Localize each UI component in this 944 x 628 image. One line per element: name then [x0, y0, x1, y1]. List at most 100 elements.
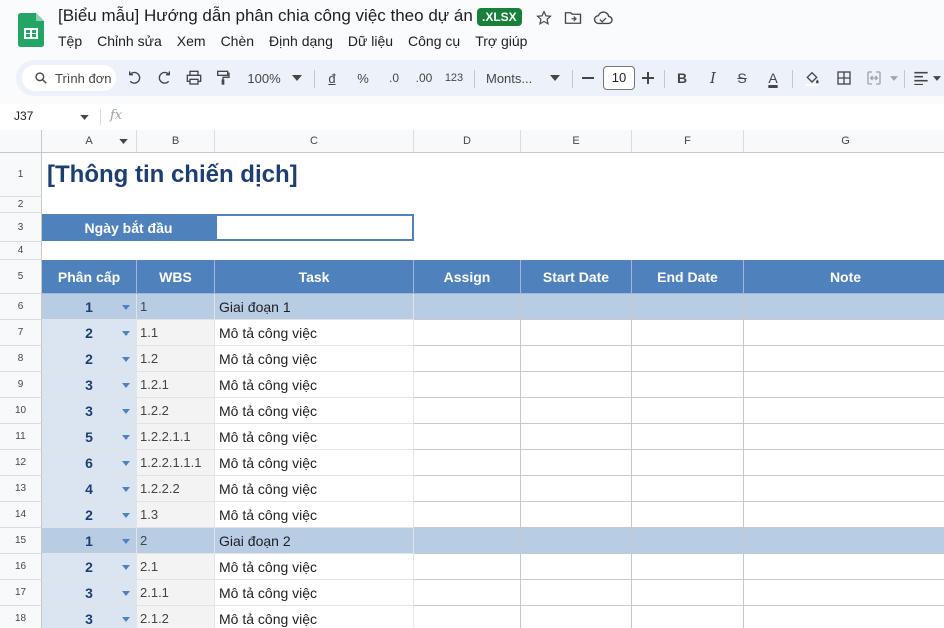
start-date-cell[interactable]	[521, 528, 632, 554]
chevron-down-icon[interactable]	[122, 486, 130, 492]
row-header[interactable]: 8	[0, 346, 42, 372]
task-cell[interactable]: Giai đoạn 2	[215, 528, 414, 554]
start-date-cell[interactable]	[521, 424, 632, 450]
note-cell[interactable]	[744, 476, 944, 502]
wbs-cell[interactable]: 1.2.2.2	[137, 476, 215, 502]
end-date-cell[interactable]	[632, 346, 744, 372]
row-header[interactable]: 3	[0, 213, 42, 242]
star-icon[interactable]	[534, 8, 554, 28]
row-header[interactable]: 16	[0, 554, 42, 580]
start-date-label[interactable]: Ngày bắt đầu	[42, 214, 215, 241]
table-header-cell[interactable]: End Date	[632, 260, 744, 294]
level-dropdown-cell[interactable]: 2	[42, 554, 137, 580]
document-title[interactable]: [Biểu mẫu] Hướng dẫn phân chia công việc…	[58, 6, 473, 26]
fill-color-icon[interactable]	[801, 60, 823, 96]
column-header-a[interactable]: A	[42, 130, 137, 153]
menu-help[interactable]: Trợ giúp	[475, 33, 527, 49]
level-dropdown-cell[interactable]: 3	[42, 606, 137, 628]
start-date-cell[interactable]	[521, 502, 632, 528]
merge-cells-icon[interactable]	[862, 60, 886, 96]
level-dropdown-cell[interactable]: 1	[42, 528, 137, 554]
filter-dropdown-icon[interactable]	[119, 139, 128, 144]
menu-format[interactable]: Định dạng	[269, 33, 333, 49]
wbs-cell[interactable]: 2	[137, 528, 215, 554]
task-cell[interactable]: Giai đoạn 1	[215, 294, 414, 320]
italic-button[interactable]: I	[703, 60, 723, 96]
currency-format-button[interactable]: đ	[324, 60, 340, 96]
row-header[interactable]: 14	[0, 502, 42, 528]
end-date-cell[interactable]	[632, 528, 744, 554]
percent-format-button[interactable]: %	[354, 60, 372, 96]
level-dropdown-cell[interactable]: 2	[42, 346, 137, 372]
chevron-down-icon[interactable]	[122, 616, 130, 622]
start-date-cell[interactable]	[521, 606, 632, 628]
print-icon[interactable]	[183, 60, 205, 96]
chevron-down-icon[interactable]	[122, 564, 130, 570]
assign-cell[interactable]	[414, 502, 521, 528]
decrease-decimal-button[interactable]: .0	[383, 60, 405, 96]
note-cell[interactable]	[744, 606, 944, 628]
row-header[interactable]: 11	[0, 424, 42, 450]
chevron-down-icon[interactable]	[122, 512, 130, 518]
wbs-cell[interactable]: 1.3	[137, 502, 215, 528]
row-header[interactable]: 18	[0, 606, 42, 628]
row-header[interactable]: 1	[0, 153, 42, 197]
level-dropdown-cell[interactable]: 1	[42, 294, 137, 320]
chevron-down-icon[interactable]	[122, 408, 130, 414]
note-cell[interactable]	[744, 424, 944, 450]
assign-cell[interactable]	[414, 450, 521, 476]
assign-cell[interactable]	[414, 294, 521, 320]
assign-cell[interactable]	[414, 554, 521, 580]
assign-cell[interactable]	[414, 320, 521, 346]
end-date-cell[interactable]	[632, 320, 744, 346]
end-date-cell[interactable]	[632, 606, 744, 628]
start-date-cell[interactable]	[521, 450, 632, 476]
level-dropdown-cell[interactable]: 2	[42, 320, 137, 346]
note-cell[interactable]	[744, 320, 944, 346]
note-cell[interactable]	[744, 554, 944, 580]
row-header[interactable]: 15	[0, 528, 42, 554]
task-cell[interactable]: Mô tả công việc	[215, 450, 414, 476]
chevron-down-icon[interactable]	[122, 382, 130, 388]
wbs-cell[interactable]: 1.2	[137, 346, 215, 372]
note-cell[interactable]	[744, 294, 944, 320]
table-header-cell[interactable]: Assign	[414, 260, 521, 294]
cloud-status-icon[interactable]	[593, 8, 613, 28]
zoom-select[interactable]: 100%	[244, 60, 284, 96]
task-cell[interactable]: Mô tả công việc	[215, 320, 414, 346]
select-all-corner[interactable]	[0, 130, 42, 153]
increase-font-size-icon[interactable]	[639, 60, 657, 96]
chevron-down-icon[interactable]	[122, 304, 130, 310]
level-dropdown-cell[interactable]: 3	[42, 580, 137, 606]
sheets-logo-icon[interactable]	[18, 13, 44, 47]
row-header[interactable]: 5	[0, 260, 42, 294]
level-dropdown-cell[interactable]: 2	[42, 502, 137, 528]
menu-tools[interactable]: Công cụ	[408, 33, 460, 49]
wbs-cell[interactable]: 1.2.2	[137, 398, 215, 424]
end-date-cell[interactable]	[632, 372, 744, 398]
row-header[interactable]: 7	[0, 320, 42, 346]
paint-format-icon[interactable]	[212, 60, 234, 96]
table-header-cell[interactable]: Phân cấp	[42, 260, 137, 294]
assign-cell[interactable]	[414, 424, 521, 450]
table-header-cell[interactable]: Note	[744, 260, 944, 294]
menu-search[interactable]: Trình đơn	[22, 65, 116, 91]
chevron-down-icon[interactable]	[122, 460, 130, 466]
increase-decimal-button[interactable]: .00	[412, 60, 436, 96]
sheet-title[interactable]: [Thông tin chiến dịch]	[47, 161, 298, 189]
start-date-cell[interactable]	[521, 320, 632, 346]
font-dropdown-icon[interactable]	[548, 60, 562, 96]
task-cell[interactable]: Mô tả công việc	[215, 580, 414, 606]
note-cell[interactable]	[744, 580, 944, 606]
chevron-down-icon[interactable]	[122, 356, 130, 362]
align-dropdown-icon[interactable]	[931, 60, 943, 96]
row-header[interactable]: 6	[0, 294, 42, 320]
name-box-dropdown-icon[interactable]	[80, 115, 89, 120]
move-to-folder-icon[interactable]	[563, 8, 583, 28]
assign-cell[interactable]	[414, 372, 521, 398]
task-cell[interactable]: Mô tả công việc	[215, 476, 414, 502]
end-date-cell[interactable]	[632, 580, 744, 606]
decrease-font-size-icon[interactable]	[579, 60, 597, 96]
assign-cell[interactable]	[414, 606, 521, 628]
end-date-cell[interactable]	[632, 476, 744, 502]
